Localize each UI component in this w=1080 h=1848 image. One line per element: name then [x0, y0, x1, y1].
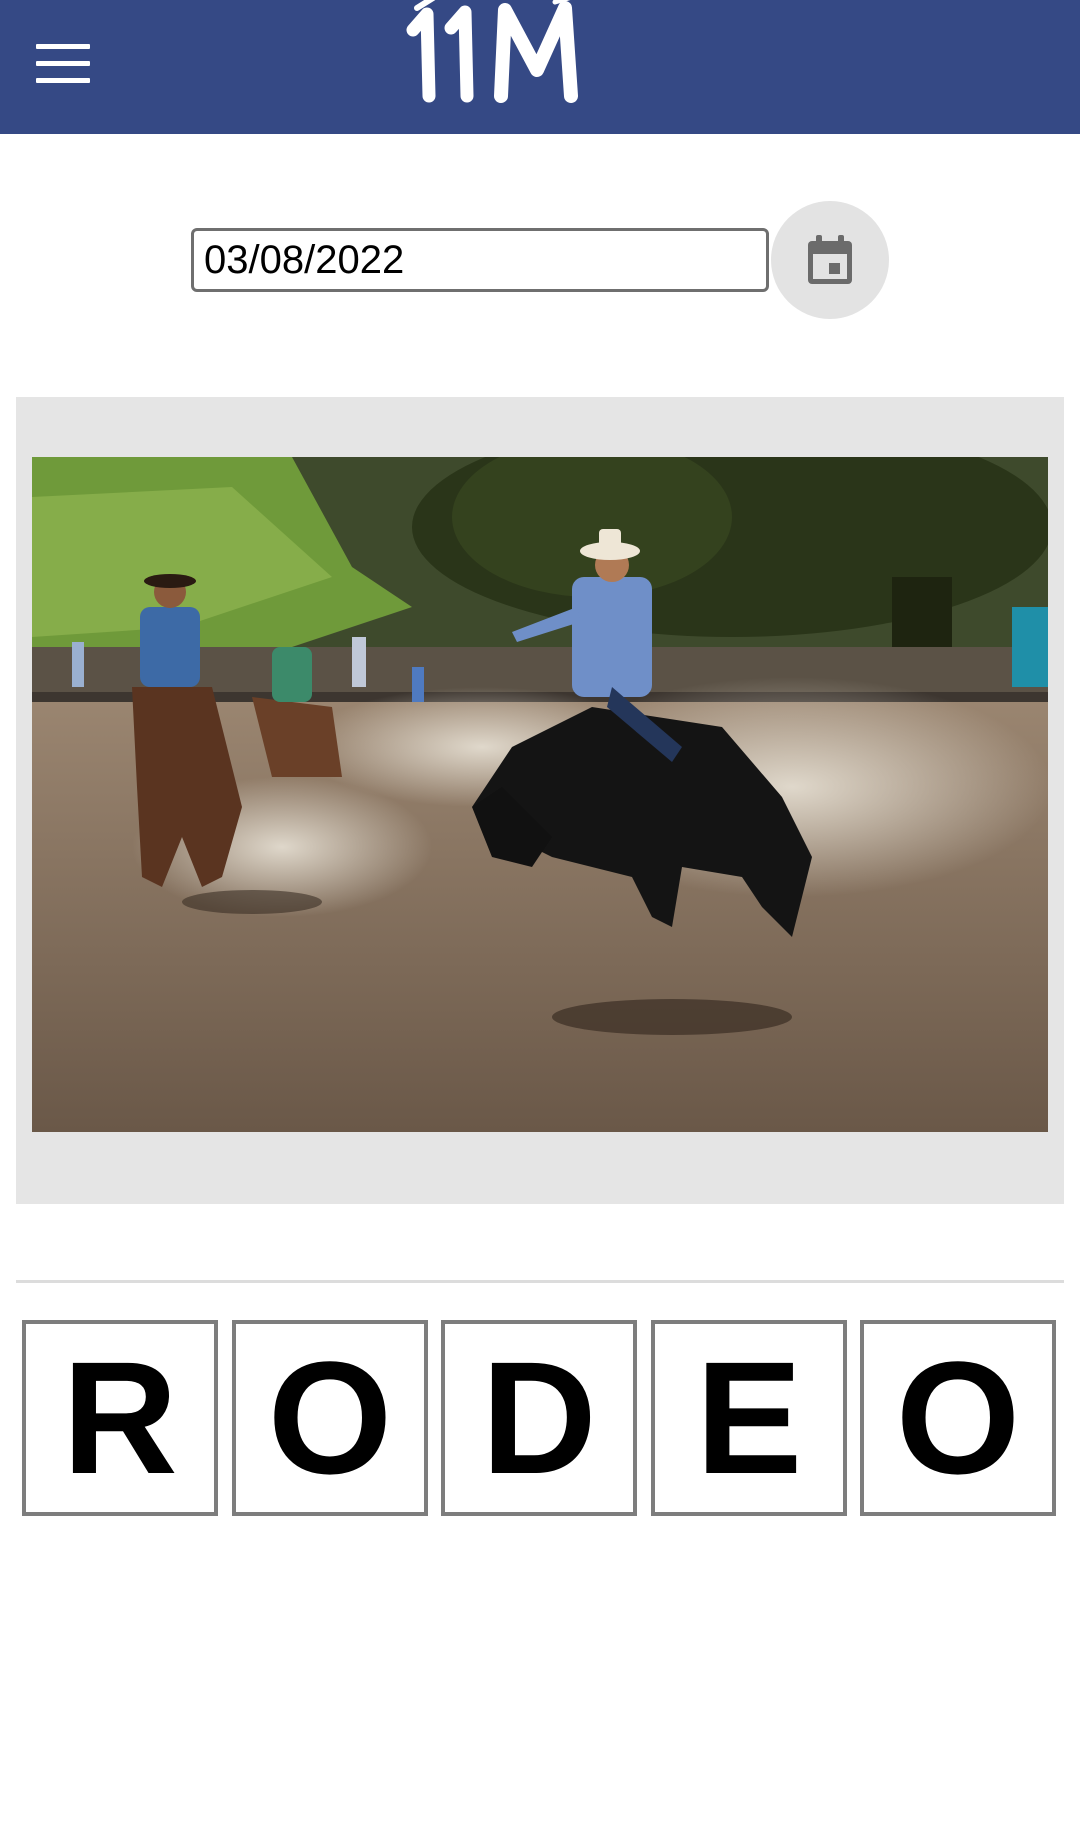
top-app-bar [0, 0, 1080, 134]
letter-tile[interactable]: E [651, 1320, 847, 1516]
menu-bar-line [36, 44, 90, 49]
calendar-button[interactable] [771, 201, 889, 319]
letter-tile[interactable]: R [22, 1320, 218, 1516]
rodeo-photo [32, 457, 1048, 1132]
letter-tile[interactable]: O [232, 1320, 428, 1516]
letter-tile[interactable]: O [860, 1320, 1056, 1516]
date-input[interactable] [191, 228, 769, 292]
word-tiles: R O D E O [22, 1320, 1058, 1516]
menu-bar-line [36, 78, 90, 83]
section-divider [16, 1280, 1064, 1283]
menu-bar-line [36, 61, 90, 66]
letter-tile[interactable]: D [441, 1320, 637, 1516]
site-logo[interactable] [405, 0, 675, 110]
image-card [16, 397, 1064, 1204]
hamburger-menu-button[interactable] [30, 38, 96, 90]
calendar-icon [808, 235, 852, 284]
